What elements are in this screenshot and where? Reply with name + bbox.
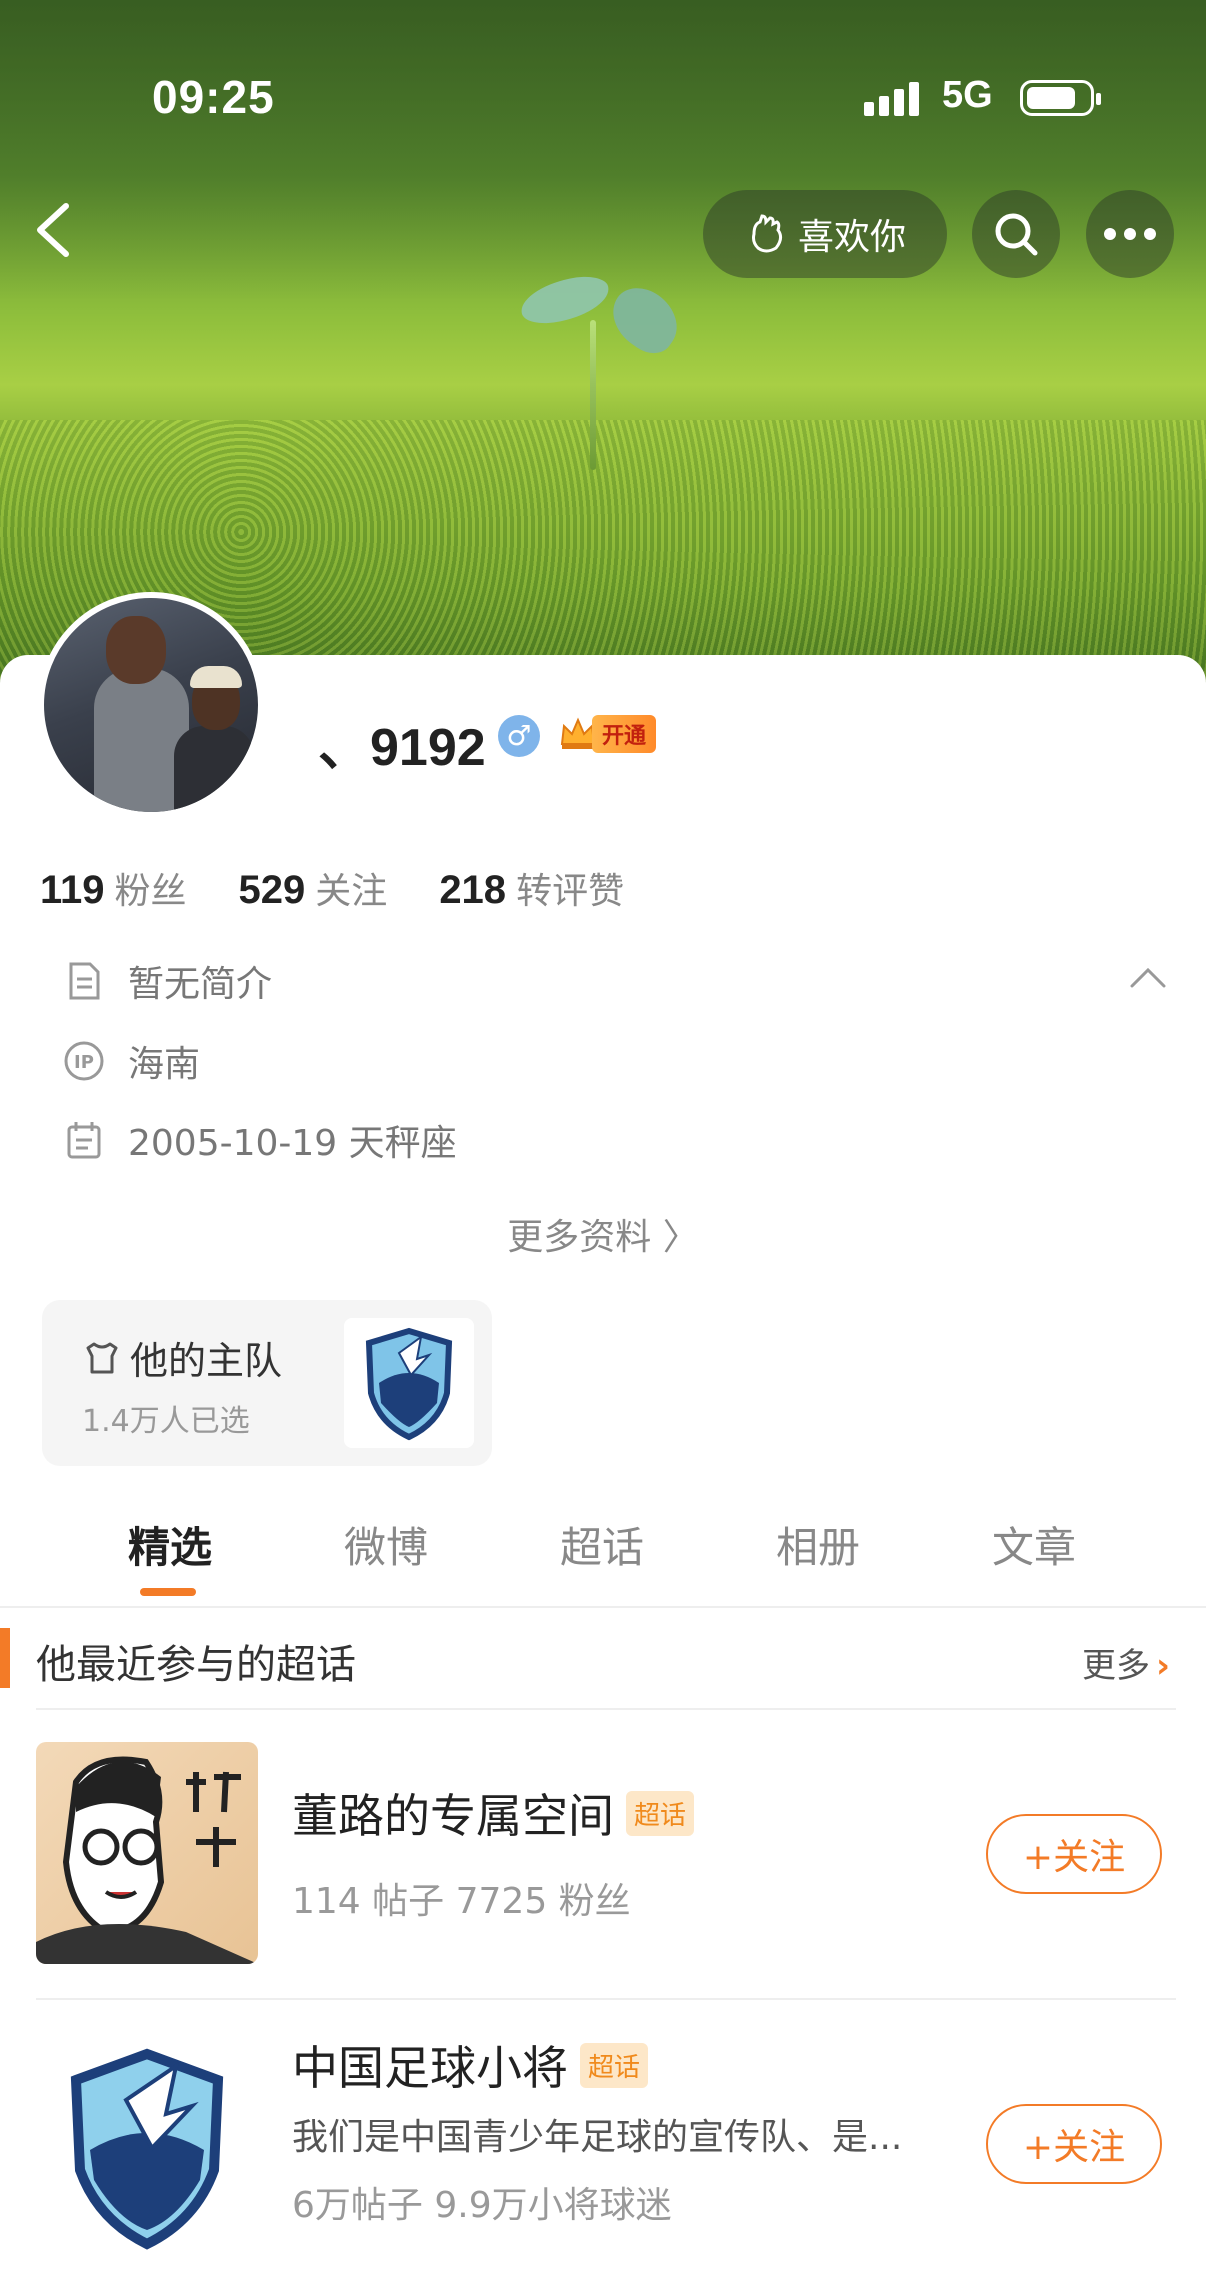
recent-topics-header: 他最近参与的超话 更多 › (0, 1620, 1206, 1700)
section-accent-bar (0, 1628, 10, 1688)
avatar-figure (190, 666, 242, 688)
signal-icon (864, 80, 924, 116)
svg-text:IP: IP (74, 1052, 94, 1073)
calendar-icon (67, 1122, 101, 1159)
follow-button[interactable]: +关注 (986, 1814, 1162, 1894)
stat-label: 转评赞 (516, 871, 625, 912)
topic-thumbnail (36, 2030, 258, 2252)
follow-button[interactable]: +关注 (986, 2104, 1162, 2184)
sprout-stem (590, 320, 596, 470)
topic-meta: 114 帖子 7725 粉丝 (292, 1881, 631, 1922)
avatar[interactable] (38, 592, 264, 818)
avatar-figure (174, 726, 254, 812)
stat-following[interactable]: 529 关注 (239, 862, 388, 914)
topic-thumbnail (36, 1742, 258, 1964)
section-title: 他最近参与的超话 (36, 1642, 356, 1688)
bio-row: 暂无简介 (62, 955, 272, 1007)
home-team-card[interactable]: 他的主队 1.4万人已选 (42, 1300, 492, 1466)
section-more-link[interactable]: 更多 › (1082, 1638, 1170, 1687)
more-menu-button[interactable] (1086, 190, 1174, 278)
topic-title-row: 董路的专属空间 超话 (292, 1780, 695, 1846)
gender-male-icon: ♂ (498, 715, 540, 757)
vip-label: 开通 (592, 715, 657, 753)
network-type: 5G (942, 74, 993, 116)
topic-cartoon-image (36, 1756, 258, 1964)
team-logo (344, 1318, 474, 1448)
super-topic-badge: 超话 (626, 1790, 695, 1836)
team-title-row: 他的主队 (82, 1330, 282, 1385)
team-title: 他的主队 (130, 1339, 283, 1383)
chevron-right-icon: › (1155, 1646, 1170, 1686)
document-icon (69, 962, 100, 1000)
tab-featured[interactable]: 精选 (62, 1514, 278, 1604)
search-icon (995, 213, 1038, 256)
ip-location-icon: IP (64, 1041, 104, 1081)
stat-fans[interactable]: 119 粉丝 (40, 862, 187, 914)
thumbs-up-hand-icon (751, 214, 783, 253)
stat-value: 119 (40, 868, 105, 912)
like-button[interactable]: 喜欢你 (703, 190, 947, 278)
stat-label: 关注 (315, 871, 388, 912)
stat-value: 529 (238, 868, 306, 912)
topic-meta: 6万帖子 9.9万小将球迷 (292, 2185, 672, 2226)
topic-title: 中国足球小将 (292, 2041, 568, 2095)
back-button[interactable] (30, 200, 80, 260)
topic-description: 我们是中国青少年足球的宣传队、是... (292, 2117, 903, 2158)
profile-stats: 119 粉丝 529 关注 218 转评赞 (40, 862, 624, 914)
tab-weibo[interactable]: 微博 (278, 1514, 494, 1604)
divider (0, 1606, 1206, 1608)
bio-text: 暂无简介 (128, 964, 273, 1005)
battery-icon (1020, 80, 1101, 116)
birthday-row: 2005-10-19 天秤座 (62, 1114, 457, 1166)
list-item[interactable]: 董路的专属空间 超话 114 帖子 7725 粉丝 +关注 (36, 1742, 1176, 1964)
profile-tabs: 精选 微博 超话 相册 文章 (0, 1514, 1206, 1604)
shield-logo-icon (70, 2048, 224, 2250)
stat-interactions[interactable]: 218 转评赞 (439, 862, 624, 914)
search-button[interactable] (972, 190, 1060, 278)
tab-album[interactable]: 相册 (710, 1514, 926, 1604)
chevron-left-icon (37, 203, 69, 257)
stat-value: 218 (439, 868, 507, 912)
tab-articles[interactable]: 文章 (926, 1514, 1142, 1604)
topic-title-row: 中国足球小将 超话 (292, 2032, 649, 2098)
team-subtitle: 1.4万人已选 (82, 1404, 250, 1439)
status-time: 09:25 (152, 71, 275, 123)
divider (36, 1708, 1176, 1710)
ip-location-text: 海南 (128, 1044, 201, 1085)
stat-label: 粉丝 (114, 871, 187, 912)
more-label: 更多 (1081, 1646, 1150, 1686)
more-dots-icon (1104, 228, 1156, 240)
topic-title: 董路的专属空间 (292, 1789, 614, 1843)
shield-logo-icon (365, 1327, 453, 1441)
divider (36, 1998, 1176, 2000)
list-item[interactable]: 中国足球小将 超话 我们是中国青少年足球的宣传队、是... 6万帖子 9.9万小… (36, 2030, 1176, 2252)
avatar-figure (106, 616, 166, 684)
birthday-text: 2005-10-19 天秤座 (128, 1123, 457, 1164)
ip-row: IP 海南 (62, 1035, 200, 1087)
vip-open-badge[interactable]: 开通 (558, 714, 657, 754)
jersey-icon (86, 1342, 118, 1373)
tab-super-topic[interactable]: 超话 (494, 1514, 710, 1604)
chevron-up-icon[interactable] (1128, 962, 1168, 992)
like-label: 喜欢你 (797, 217, 906, 258)
username: 、9192 (318, 719, 486, 777)
more-info-link[interactable]: 更多资料 〉 (0, 1208, 1206, 1260)
super-topic-badge: 超话 (580, 2042, 649, 2088)
status-bar: 09:25 5G (0, 70, 1206, 130)
